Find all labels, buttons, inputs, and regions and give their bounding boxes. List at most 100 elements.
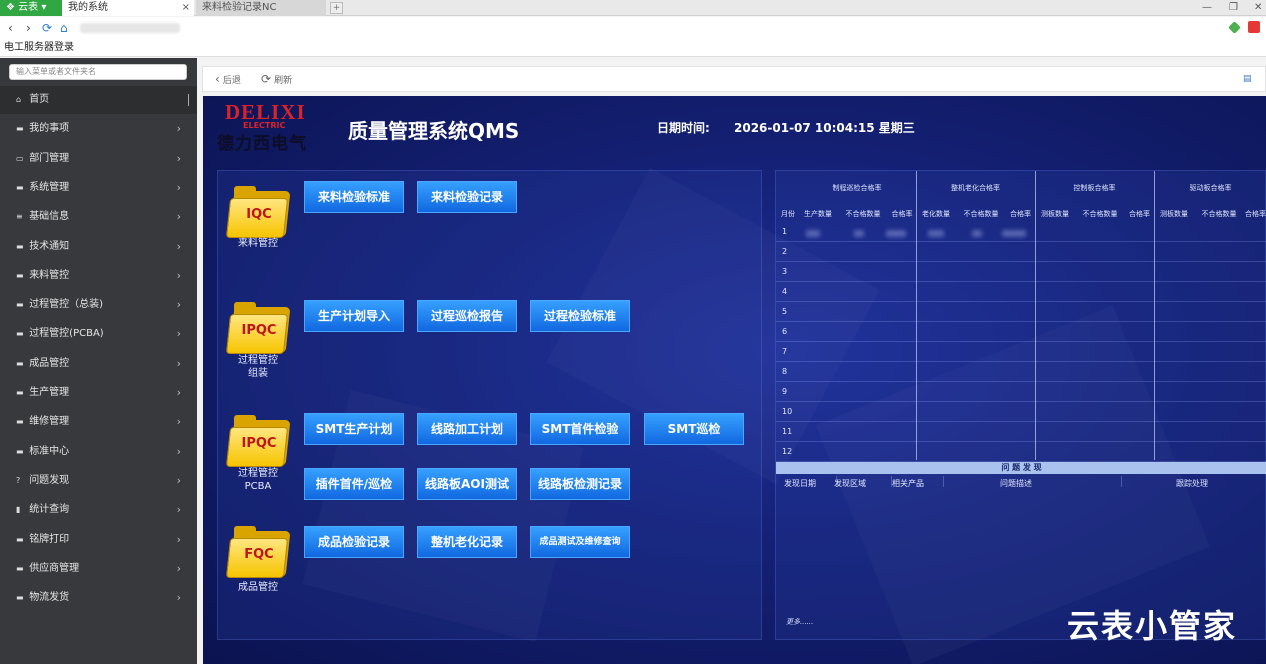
- folder-icon: ▬: [16, 417, 24, 427]
- sidebar-item[interactable]: ▬ 标准中心 ›: [0, 438, 197, 466]
- sidebar-item-label: 维修管理: [29, 416, 70, 428]
- sidebar-item-label: 过程管控（总装): [29, 299, 104, 311]
- table-group-header: 制程巡检合格率: [832, 184, 882, 192]
- close-tab-icon[interactable]: ×: [182, 0, 190, 16]
- module-button[interactable]: 线路板检测记录: [530, 468, 630, 500]
- sidebar-item[interactable]: ▬ 成品管控 ›: [0, 350, 197, 378]
- module-button[interactable]: 过程检验标准: [530, 300, 630, 332]
- module-button[interactable]: 线路加工计划: [417, 413, 517, 445]
- table-row-line: [776, 261, 1266, 262]
- sidebar-item[interactable]: ⌂ 首页: [0, 86, 197, 114]
- table-row-line: [776, 341, 1266, 342]
- new-tab-icon[interactable]: +: [330, 2, 343, 14]
- module-button[interactable]: 线路板AOI测试: [417, 468, 517, 500]
- module-button[interactable]: 来料检验标准: [304, 181, 404, 213]
- layout-icon[interactable]: ▤: [1243, 71, 1252, 87]
- sidebar-item-label: 问题发现: [29, 474, 70, 486]
- sidebar-item-label: 基础信息: [29, 211, 70, 223]
- folder-icon[interactable]: FQC: [225, 525, 291, 579]
- table-row-line: [776, 241, 1266, 242]
- table-column-header: 不合格数量: [1082, 210, 1118, 218]
- folder-icon: ▬: [16, 534, 24, 544]
- sidebar-item[interactable]: ▬ 物流发货 ›: [0, 584, 197, 612]
- folder-icon: ▬: [16, 329, 24, 339]
- chevron-right-icon: ›: [176, 210, 181, 224]
- problem-column-header: 发现日期: [784, 479, 816, 488]
- sidebar-item-label: 铭牌打印: [29, 533, 70, 545]
- chevron-right-icon: ›: [176, 503, 181, 517]
- tab-incoming-inspection[interactable]: 来料检验记录NC: [196, 0, 326, 16]
- module-code: IQC: [246, 207, 272, 222]
- sidebar-item[interactable]: ▬ 过程管控（总装) ›: [0, 291, 197, 319]
- module-button[interactable]: SMT首件检验: [530, 413, 630, 445]
- table-divider: [916, 171, 917, 460]
- redacted-cell: [928, 230, 944, 237]
- module-button[interactable]: 整机老化记录: [417, 526, 517, 558]
- module-button[interactable]: 过程巡检报告: [417, 300, 517, 332]
- folder-icon: ▬: [16, 182, 24, 192]
- toolbar-back-button[interactable]: ‹ 后退: [215, 71, 241, 89]
- sidebar-item-label: 统计查询: [29, 504, 70, 516]
- back-icon[interactable]: ‹: [8, 20, 13, 36]
- module-button[interactable]: 插件首件/巡检: [304, 468, 404, 500]
- folder-icon: ▬: [16, 124, 24, 134]
- sidebar-item[interactable]: ▮ 统计查询 ›: [0, 496, 197, 524]
- module-button[interactable]: SMT生产计划: [304, 413, 404, 445]
- sidebar-item[interactable]: ▬ 来料管控 ›: [0, 262, 197, 290]
- chevron-right-icon: ›: [176, 444, 181, 458]
- chevron-right-icon: ›: [176, 473, 181, 487]
- table-divider: [836, 476, 837, 487]
- table-row-month: 3: [782, 267, 788, 276]
- module-code: FQC: [244, 547, 274, 562]
- sidebar-item-label: 部门管理: [29, 152, 70, 164]
- tab-my-system[interactable]: 我的系统 ×: [62, 0, 194, 16]
- forward-icon[interactable]: ›: [26, 20, 31, 36]
- sidebar-item[interactable]: ▬ 系统管理 ›: [0, 174, 197, 202]
- question-icon: ?: [16, 475, 21, 485]
- app-dropdown-icon[interactable]: ▾: [41, 2, 46, 13]
- address-bar[interactable]: [80, 23, 180, 33]
- sidebar-item[interactable]: ≡ 基础信息 ›: [0, 203, 197, 231]
- bookmark-server-login[interactable]: 电工服务器登录: [4, 42, 74, 53]
- table-column-header: 月份: [781, 210, 795, 218]
- sidebar-item[interactable]: ▬ 我的事项 ›: [0, 115, 197, 143]
- module-button[interactable]: 来料检验记录: [417, 181, 517, 213]
- folder-icon[interactable]: IQC: [225, 185, 291, 239]
- chevron-right-icon: ›: [176, 180, 181, 194]
- chevron-right-icon: ›: [176, 151, 181, 165]
- sidebar-item[interactable]: ▬ 生产管理 ›: [0, 379, 197, 407]
- sidebar-item[interactable]: ▭ 部门管理 ›: [0, 145, 197, 173]
- folder-icon[interactable]: IPQC: [225, 414, 291, 468]
- redacted-cell: [806, 230, 820, 237]
- maximize-icon[interactable]: ❐: [1229, 0, 1238, 16]
- close-window-icon[interactable]: ✕: [1254, 0, 1262, 16]
- table-row-month: 4: [782, 287, 788, 296]
- module-button[interactable]: SMT巡检: [644, 413, 744, 445]
- more-link[interactable]: 更多......: [786, 617, 813, 627]
- minimize-icon[interactable]: —: [1202, 0, 1212, 16]
- table-row-month: 12: [782, 447, 793, 456]
- extension-icon[interactable]: [1228, 21, 1241, 34]
- sidebar-item[interactable]: ▬ 维修管理 ›: [0, 408, 197, 436]
- refresh-icon[interactable]: ⟳: [42, 20, 52, 36]
- record-icon[interactable]: [1248, 21, 1260, 33]
- table-row-month: 5: [782, 307, 788, 316]
- module-button[interactable]: 生产计划导入: [304, 300, 404, 332]
- menu-search-input[interactable]: 输入菜单或者文件夹名: [9, 64, 187, 80]
- sidebar-item[interactable]: ? 问题发现 ›: [0, 467, 197, 495]
- module-button[interactable]: 成品测试及维修查询: [530, 526, 630, 558]
- sidebar-item[interactable]: ▬ 供应商管理 ›: [0, 555, 197, 583]
- chevron-right-icon: ›: [176, 298, 181, 312]
- app-badge[interactable]: ❖ 云表 ▾: [0, 0, 62, 16]
- toolbar-refresh-button[interactable]: ⟳ 刷新: [261, 71, 292, 89]
- sidebar-item[interactable]: ▬ 过程管控(PCBA) ›: [0, 320, 197, 348]
- sidebar-item[interactable]: ▬ 铭牌打印 ›: [0, 526, 197, 554]
- folder-icon: ▬: [16, 446, 24, 456]
- home-icon[interactable]: ⌂: [60, 20, 68, 36]
- folder-icon[interactable]: IPQC: [225, 301, 291, 355]
- table-row-month: 9: [782, 387, 788, 396]
- sidebar-item[interactable]: ▬ 技术通知 ›: [0, 233, 197, 261]
- module-button[interactable]: 成品检验记录: [304, 526, 404, 558]
- chevron-right-icon: ›: [176, 386, 181, 399]
- table-divider: [1035, 171, 1036, 460]
